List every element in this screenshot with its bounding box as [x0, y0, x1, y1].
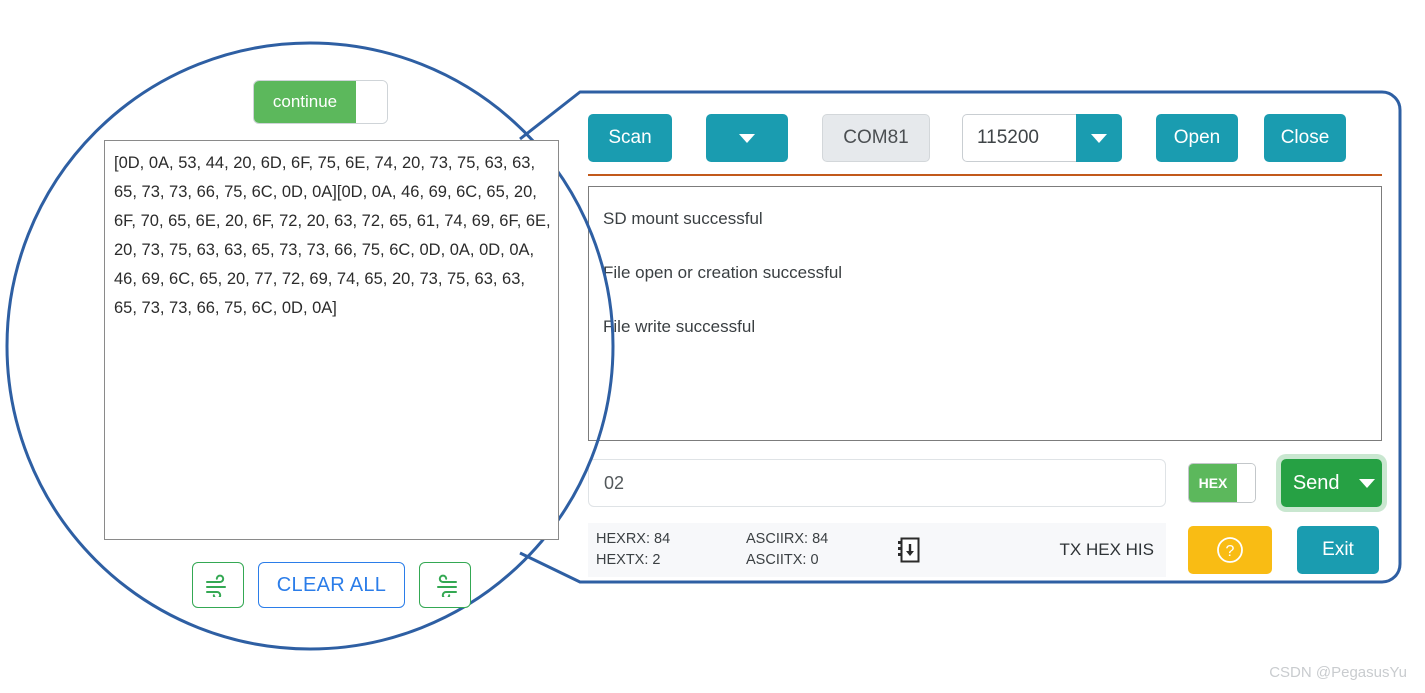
continue-toggle-label: continue: [254, 81, 356, 123]
baudrate-input[interactable]: 115200: [962, 114, 1076, 162]
hexrx-value: 84: [654, 531, 671, 547]
asciitx-value: 0: [810, 552, 819, 568]
asciirx-label: ASCIIRX:: [746, 531, 809, 547]
send-button-group: Send: [1280, 459, 1382, 507]
svg-text:?: ?: [1226, 543, 1235, 560]
tx-hex-his-label[interactable]: TX HEX HIS: [1006, 540, 1166, 560]
chevron-down-icon: [739, 133, 755, 143]
port-field[interactable]: COM81: [822, 114, 930, 162]
close-port-button[interactable]: Close: [1264, 114, 1346, 162]
receive-textarea[interactable]: SD mount successful File open or creatio…: [588, 186, 1382, 441]
help-button[interactable]: ?: [1188, 526, 1272, 574]
chevron-down-icon: [1358, 478, 1375, 488]
scan-button[interactable]: Scan: [588, 114, 672, 162]
clear-send-button[interactable]: [419, 562, 472, 608]
save-log-button[interactable]: [896, 536, 1006, 564]
chevron-down-icon: [1091, 133, 1107, 143]
serial-assistant-panel: Scan COM81 115200 Open Close SD mount su…: [570, 92, 1400, 582]
ascii-counters: ASCIIRX: 84 ASCIITX: 0: [746, 529, 896, 571]
clear-receive-button[interactable]: [191, 562, 244, 608]
hextx-label: HEXTX:: [596, 552, 649, 568]
continue-toggle[interactable]: continue: [253, 80, 388, 124]
baudrate-group: 115200: [962, 114, 1122, 162]
hex-toggle-track: [1237, 464, 1255, 502]
asciirx-stat: ASCIIRX: 84: [746, 529, 896, 550]
receive-line: SD mount successful: [603, 209, 763, 228]
exit-button[interactable]: Exit: [1297, 526, 1379, 574]
send-input[interactable]: 02: [588, 459, 1166, 507]
send-dropdown-button[interactable]: [1351, 459, 1382, 507]
magnified-region: continue [0D, 0A, 53, 44, 20, 6D, 6F, 75…: [0, 0, 600, 693]
statistics-panel: HEXRX: 84 HEXTX: 2 ASCIIRX: 84 ASCIITX:: [588, 523, 1166, 577]
watermark: CSDN @PegasusYu: [1269, 664, 1407, 681]
baudrate-dropdown-button[interactable]: [1076, 114, 1122, 162]
asciitx-stat: ASCIITX: 0: [746, 550, 896, 571]
clear-all-button[interactable]: CLEAR ALL: [257, 562, 406, 608]
status-row: HEXRX: 84 HEXTX: 2 ASCIIRX: 84 ASCIITX:: [588, 523, 1382, 577]
send-button[interactable]: Send: [1280, 459, 1352, 507]
magnified-button-row: CLEAR ALL: [104, 562, 559, 608]
asciirx-value: 84: [812, 531, 829, 547]
hex-mode-toggle[interactable]: HEX: [1188, 463, 1256, 503]
open-port-button[interactable]: Open: [1156, 114, 1238, 162]
scan-dropdown-button[interactable]: [706, 114, 788, 162]
question-circle-icon: ?: [1217, 537, 1243, 563]
hex-toggle-label: HEX: [1189, 464, 1237, 502]
hextx-value: 2: [652, 552, 661, 568]
hex-counters: HEXRX: 84 HEXTX: 2: [596, 529, 746, 571]
receive-line: File write successful: [603, 317, 756, 336]
save-to-file-icon: [898, 537, 920, 563]
hexrx-label: HEXRX:: [596, 531, 650, 547]
hex-log-textarea[interactable]: [0D, 0A, 53, 44, 20, 6D, 6F, 75, 6E, 74,…: [104, 140, 559, 540]
send-row: 02 HEX Send: [588, 459, 1382, 507]
wind-reverse-icon: [437, 574, 458, 597]
continue-toggle-track: [356, 81, 387, 123]
wind-icon: [205, 574, 226, 597]
hextx-stat: HEXTX: 2: [596, 550, 746, 571]
screenshot-root: Scan COM81 115200 Open Close SD mount su…: [0, 0, 1425, 693]
receive-line: File open or creation successful: [603, 263, 843, 282]
asciitx-label: ASCIITX:: [746, 552, 807, 568]
hexrx-stat: HEXRX: 84: [596, 529, 746, 550]
toolbar-divider: [588, 174, 1382, 176]
connection-toolbar: Scan COM81 115200 Open Close: [588, 112, 1382, 164]
